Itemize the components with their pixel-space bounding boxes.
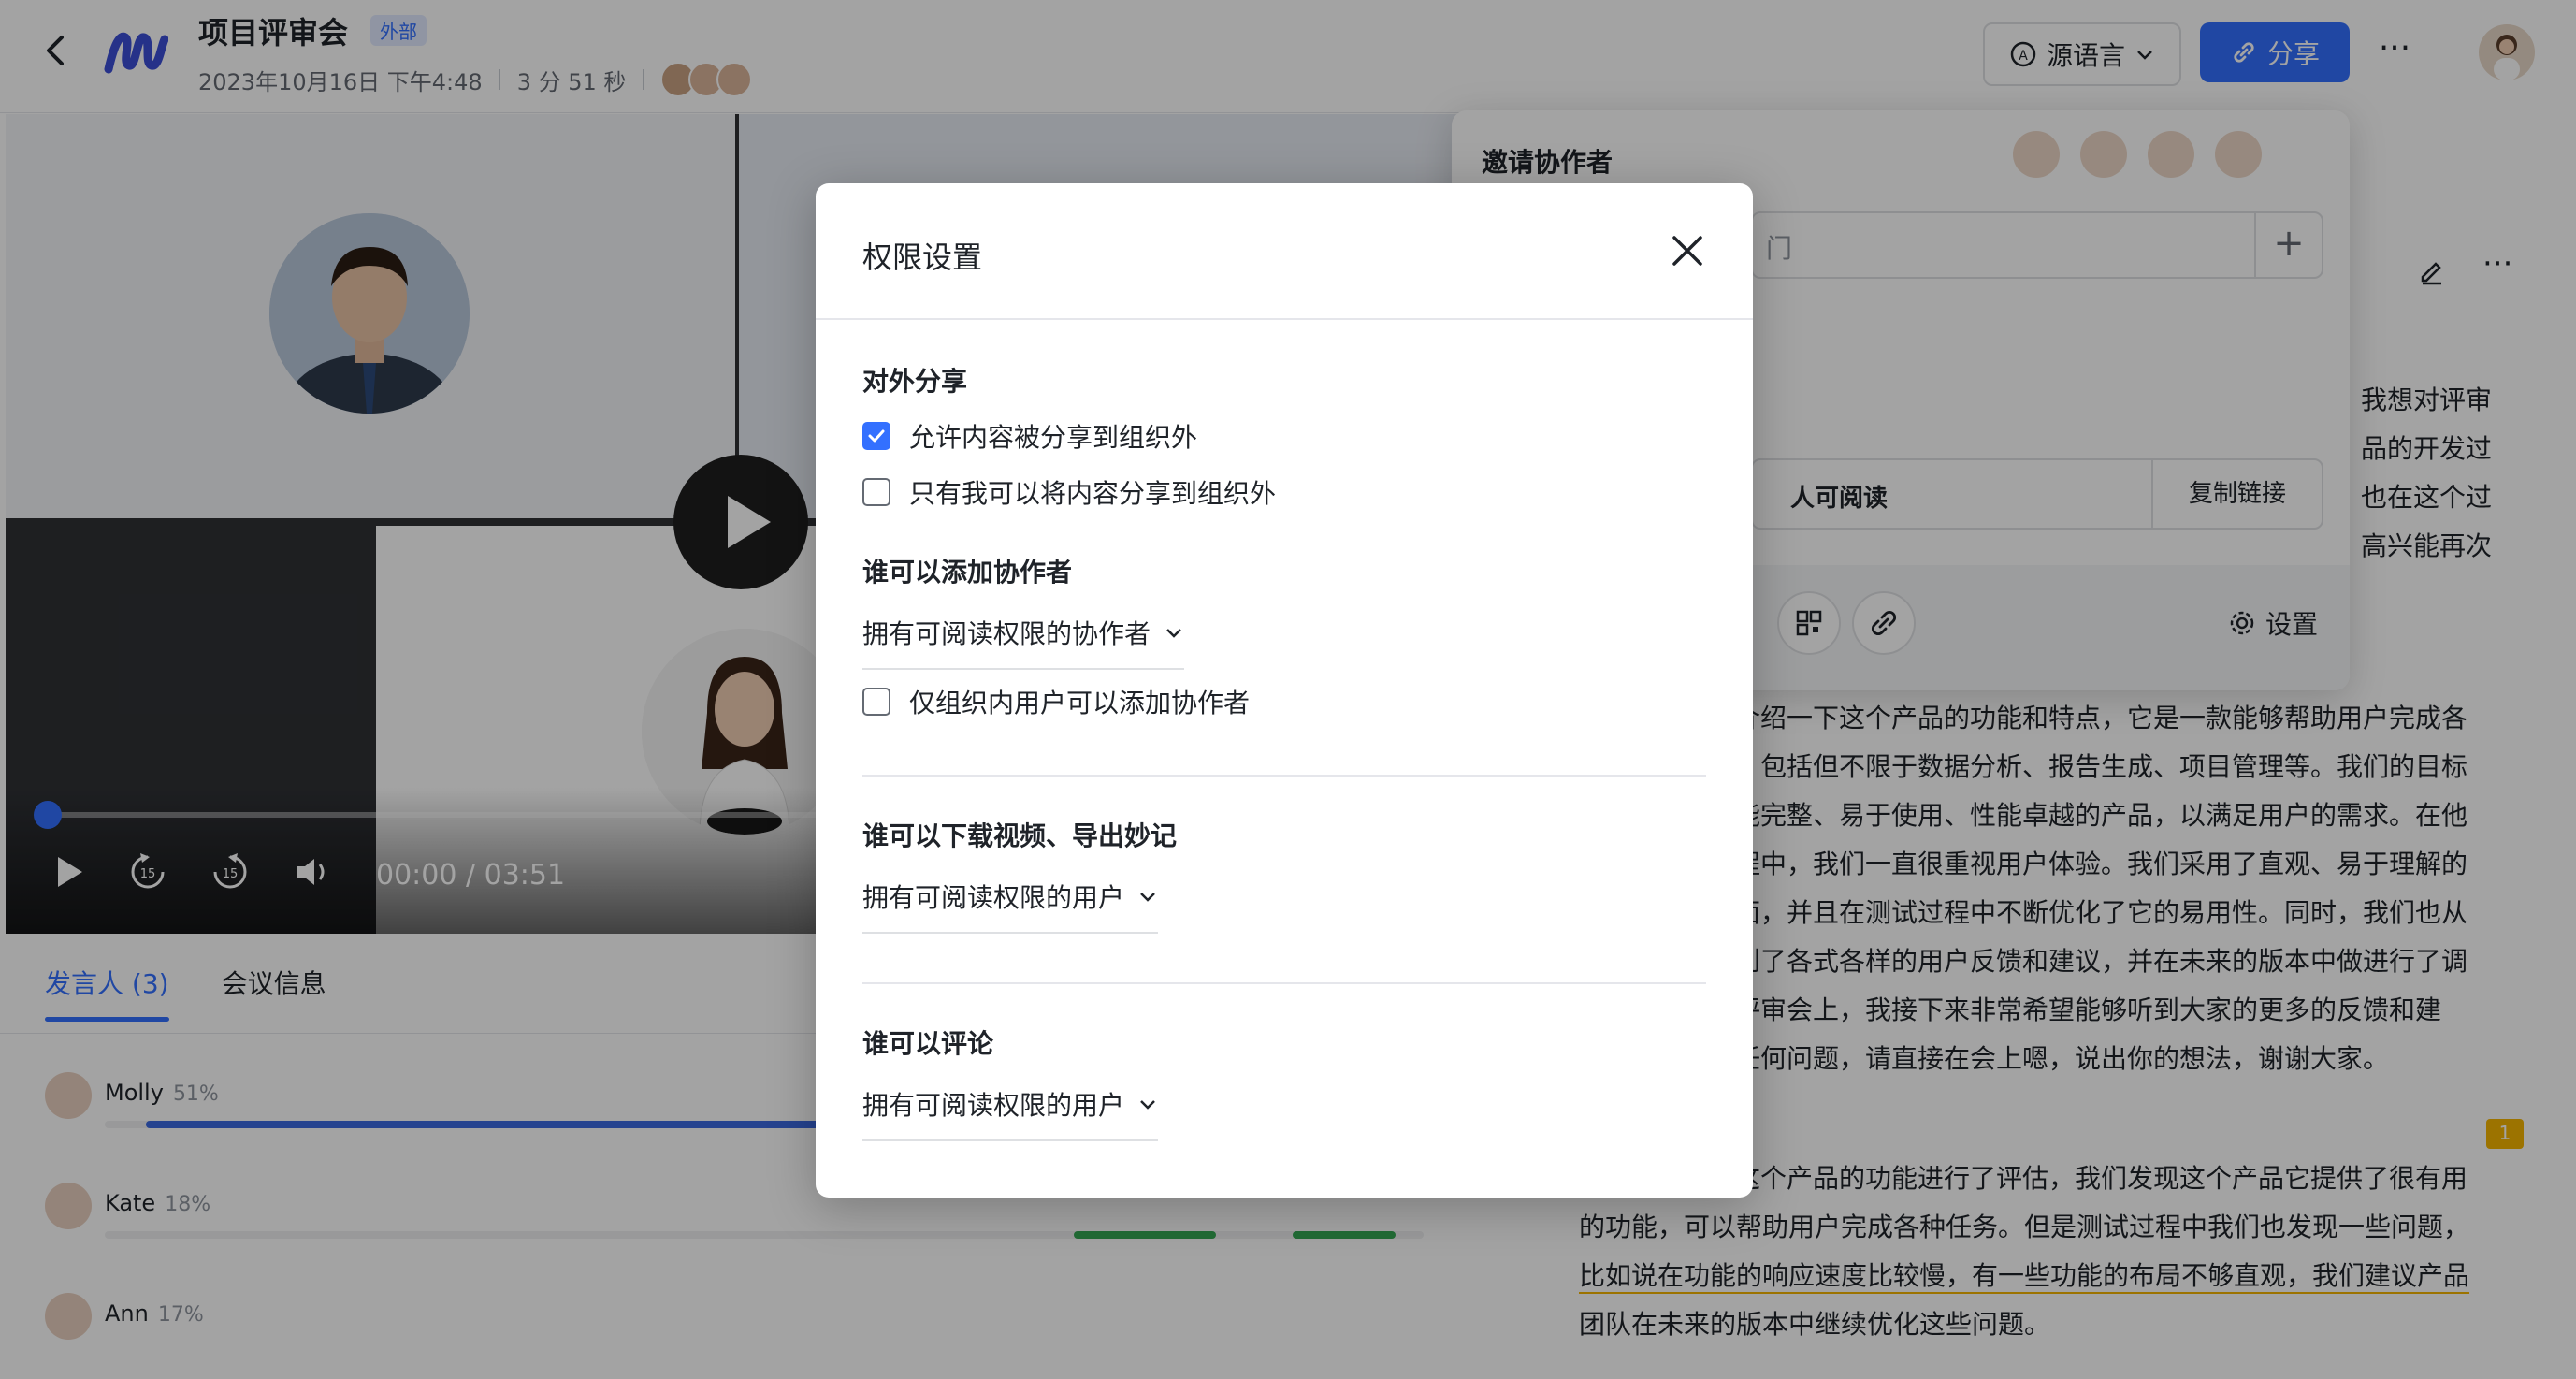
section-divider: [862, 982, 1706, 984]
comment-value: 拥有可阅读权限的用户: [862, 1090, 1125, 1121]
allow-external-share-checkbox[interactable]: [862, 422, 890, 450]
internal-only-collaborators-option[interactable]: 仅组织内用户可以添加协作者: [862, 683, 1250, 720]
comment-label: 谁可以评论: [862, 1028, 994, 1059]
internal-only-collaborators-checkbox[interactable]: [862, 688, 890, 716]
external-share-label: 对外分享: [862, 366, 968, 397]
allow-external-share-option[interactable]: 允许内容被分享到组织外: [862, 417, 1197, 455]
download-value: 拥有可阅读权限的用户: [862, 882, 1125, 913]
chevron-down-icon: [1140, 1100, 1155, 1110]
dialog-header: 权限设置: [816, 183, 1753, 320]
only-me-external-share-option[interactable]: 只有我可以将内容分享到组织外: [862, 473, 1276, 511]
only-me-external-share-checkbox[interactable]: [862, 478, 890, 506]
chevron-down-icon: [1140, 893, 1155, 902]
chevron-down-icon: [1166, 629, 1181, 638]
dialog-title: 权限设置: [862, 240, 983, 275]
section-divider: [862, 775, 1706, 777]
allow-external-share-label: 允许内容被分享到组织外: [909, 422, 1198, 453]
app-page: 项目评审会 外部 2023年10月16日 下午4:48 3 分 51 秒 A 源…: [0, 0, 2576, 1379]
internal-only-collaborators-label: 仅组织内用户可以添加协作者: [909, 688, 1251, 719]
add-collaborators-select[interactable]: 拥有可阅读权限的协作者: [862, 614, 1185, 670]
permission-settings-dialog: 权限设置 对外分享 允许内容被分享到组织外 只有我可以将内容分享到组织外 谁可以…: [816, 183, 1753, 1198]
checkmark-icon: [868, 429, 885, 443]
add-collaborators-label: 谁可以添加协作者: [862, 557, 1073, 588]
add-collaborators-value: 拥有可阅读权限的协作者: [862, 618, 1151, 649]
download-select[interactable]: 拥有可阅读权限的用户: [862, 878, 1159, 934]
only-me-external-share-label: 只有我可以将内容分享到组织外: [909, 478, 1277, 509]
comment-select[interactable]: 拥有可阅读权限的用户: [862, 1085, 1159, 1141]
download-label: 谁可以下载视频、导出妙记: [862, 820, 1178, 851]
close-icon[interactable]: [1669, 232, 1706, 269]
